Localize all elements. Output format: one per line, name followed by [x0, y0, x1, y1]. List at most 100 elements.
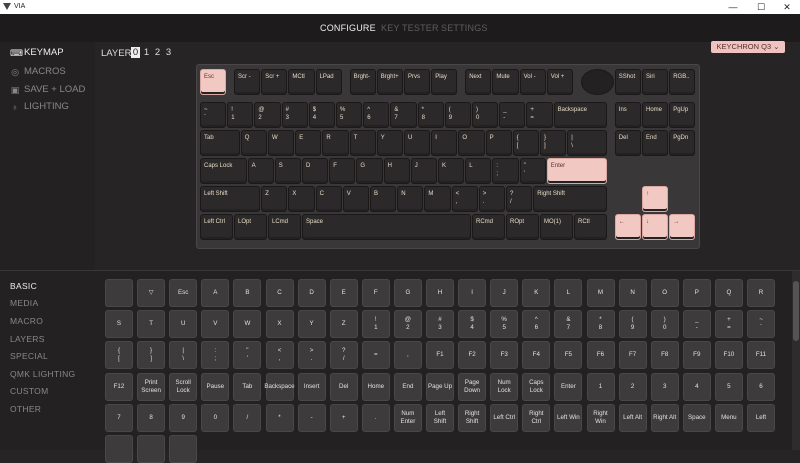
- keycode-button[interactable]: Space: [682, 403, 711, 432]
- keymap-key[interactable]: RCtl: [574, 214, 607, 240]
- keycode-button[interactable]: 8: [137, 403, 166, 432]
- keycode-button[interactable]: Page Up: [426, 372, 454, 401]
- keycode-button[interactable]: @ 2: [393, 310, 422, 339]
- keycode-button[interactable]: ~ `: [747, 310, 775, 339]
- keymap-key[interactable]: Del: [614, 130, 641, 156]
- keymap-key[interactable]: { [: [512, 130, 539, 156]
- keycode-button[interactable]: L: [554, 279, 583, 307]
- keycode-button[interactable]: Scroll Lock: [169, 372, 198, 401]
- keycode-button[interactable]: K: [522, 279, 551, 307]
- keycode-button[interactable]: M: [586, 279, 615, 307]
- keymap-key[interactable]: ( 9: [444, 102, 471, 128]
- keymap-key[interactable]: Next: [465, 69, 492, 95]
- keymap-key[interactable]: PgDn: [669, 130, 696, 156]
- keycode-button[interactable]: .: [361, 403, 390, 432]
- keymap-key[interactable]: B: [370, 186, 397, 212]
- keymap-key[interactable]: ^ 6: [363, 102, 390, 128]
- category-other[interactable]: OTHER: [10, 404, 41, 414]
- keycode-button[interactable]: 2: [618, 372, 647, 401]
- keymap-key[interactable]: Scr -: [234, 69, 261, 95]
- sidebar-item-macros[interactable]: ◎ MACROS: [10, 66, 66, 77]
- keymap-key[interactable]: Brght-: [349, 69, 376, 95]
- keymap-key[interactable]: & 7: [390, 102, 417, 128]
- keycode-button[interactable]: F12: [105, 372, 133, 401]
- keycode-button[interactable]: Left Win: [554, 403, 583, 432]
- keycode-button[interactable]: 4: [682, 372, 711, 401]
- layer-1-button[interactable]: 1: [142, 47, 151, 58]
- keycode-button[interactable]: ▽: [137, 279, 166, 307]
- keycode-button[interactable]: Left Ctrl: [490, 403, 519, 432]
- keymap-key[interactable]: SShot: [614, 69, 641, 95]
- keycode-button[interactable]: ? /: [329, 341, 358, 370]
- keymap-key[interactable]: I: [431, 130, 458, 156]
- keycode-button[interactable]: +: [329, 403, 358, 432]
- keymap-key[interactable]: < ,: [451, 186, 478, 212]
- keycode-button[interactable]: 7: [105, 403, 133, 432]
- keymap-key[interactable]: LOpt: [234, 214, 267, 240]
- keymap-key[interactable]: Brght+: [376, 69, 403, 95]
- keymap-key[interactable]: Caps Lock: [200, 158, 247, 184]
- keymap-key[interactable]: $ 4: [308, 102, 335, 128]
- keymap-key[interactable]: J: [410, 158, 437, 184]
- keycode-button[interactable]: 9: [169, 403, 198, 432]
- keycode-button[interactable]: *: [265, 403, 294, 432]
- keymap-key[interactable]: Home: [642, 102, 669, 128]
- keymap-key[interactable]: T: [349, 130, 376, 156]
- keymap-key[interactable]: Mute: [492, 69, 519, 95]
- keymap-key[interactable]: ) 0: [472, 102, 499, 128]
- keycode-button[interactable]: F11: [747, 341, 775, 370]
- keycode-button[interactable]: S: [105, 310, 133, 339]
- keymap-key[interactable]: ROpt: [506, 214, 539, 240]
- keycode-button[interactable]: Backspace: [264, 372, 295, 401]
- keymap-key[interactable]: ↓: [642, 214, 669, 240]
- keycode-button[interactable]: Insert: [297, 372, 326, 401]
- keymap-key[interactable]: + =: [526, 102, 553, 128]
- sidebar-item-save-load[interactable]: ▣ SAVE + LOAD: [10, 84, 86, 95]
- keycode-button[interactable]: Esc: [169, 279, 198, 307]
- keycode-button[interactable]: Print Screen: [137, 372, 166, 401]
- keycode-button[interactable]: % 5: [490, 310, 519, 339]
- keycode-button[interactable]: 5: [714, 372, 743, 401]
- keycode-button[interactable]: D: [297, 279, 326, 307]
- keycode-button[interactable]: Enter: [554, 372, 583, 401]
- keycode-button[interactable]: ! 1: [361, 310, 390, 339]
- keymap-key[interactable]: ~ `: [200, 102, 227, 128]
- keycode-button[interactable]: Q: [714, 279, 743, 307]
- keymap-key[interactable]: Play: [431, 69, 458, 95]
- tab-key-tester[interactable]: KEY TESTER: [381, 23, 439, 33]
- keymap-key[interactable]: F: [329, 158, 356, 184]
- layer-2-button[interactable]: 2: [153, 47, 162, 58]
- keymap-key[interactable]: > .: [478, 186, 505, 212]
- keycode-button[interactable]: ,: [393, 341, 422, 370]
- keycode-button[interactable]: & 7: [554, 310, 583, 339]
- keycode-button[interactable]: F10: [714, 341, 743, 370]
- keymap-key[interactable]: K: [438, 158, 465, 184]
- keymap-key[interactable]: Right Shift: [533, 186, 607, 212]
- keycode-button[interactable]: Page Down: [458, 372, 487, 401]
- keycode-button[interactable]: Pause: [201, 372, 230, 401]
- keycode-button[interactable]: J: [490, 279, 519, 307]
- keycode-button[interactable]: + =: [714, 310, 743, 339]
- keycode-button[interactable]: -: [297, 403, 326, 432]
- keymap-key[interactable]: ←: [614, 214, 641, 240]
- keycode-button[interactable]: Caps Lock: [522, 372, 551, 401]
- keycode-button[interactable]: Left: [747, 403, 775, 432]
- keymap-key[interactable]: ↑: [642, 186, 669, 212]
- category-macro[interactable]: MACRO: [10, 316, 43, 326]
- keycode-button[interactable]: R: [747, 279, 775, 307]
- keymap-key[interactable]: D: [302, 158, 329, 184]
- keycode-button[interactable]: B: [233, 279, 262, 307]
- keymap-key[interactable]: Ins: [614, 102, 641, 128]
- keymap-key[interactable]: P: [485, 130, 512, 156]
- keycode-button[interactable]: F7: [618, 341, 647, 370]
- keycode-button[interactable]: Home: [361, 372, 390, 401]
- keymap-key[interactable]: " ': [519, 158, 546, 184]
- keycode-button[interactable]: Right Win: [586, 403, 615, 432]
- keycode-button[interactable]: * 8: [586, 310, 615, 339]
- sidebar-item-lighting[interactable]: ♁ LIGHTING: [10, 101, 69, 112]
- maximize-button[interactable]: ☐: [748, 0, 774, 14]
- keycode-button[interactable]: Right Ctrl: [522, 403, 551, 432]
- keymap-key[interactable]: W: [268, 130, 295, 156]
- keymap-key[interactable]: Tab: [200, 130, 240, 156]
- minimize-button[interactable]: —: [720, 0, 746, 14]
